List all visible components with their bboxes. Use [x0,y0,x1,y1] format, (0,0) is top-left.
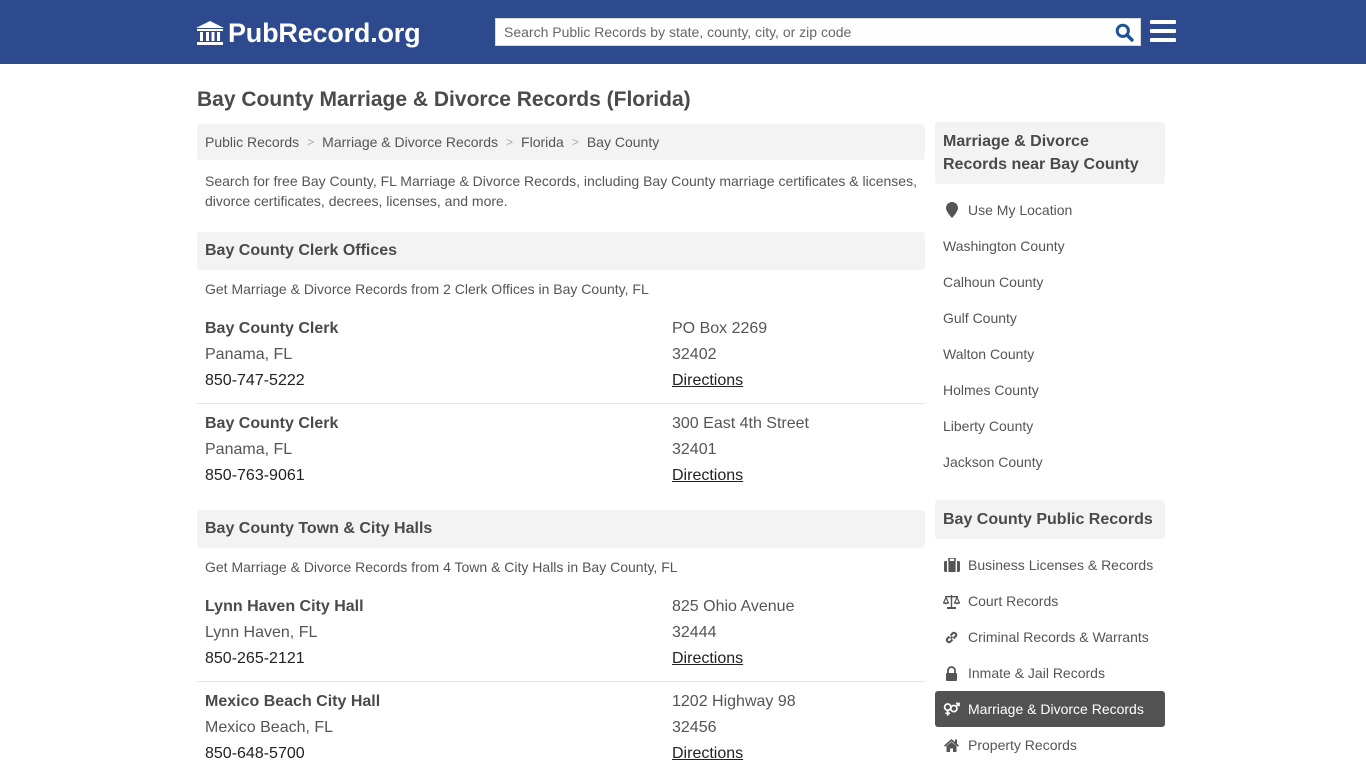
nearby-county-link[interactable]: Washington County [935,228,1165,264]
breadcrumb-florida[interactable]: Florida [521,134,564,150]
logo-text: PubRecord.org [228,17,421,48]
nearby-county-link[interactable]: Holmes County [935,372,1165,408]
search-input[interactable] [496,19,1108,45]
sidebar-item-court-records[interactable]: Court Records [935,583,1165,619]
sidebar-item-inmate-records[interactable]: Inmate & Jail Records [935,655,1165,691]
search-button[interactable] [1108,19,1140,45]
directions-link[interactable]: Directions [672,463,809,489]
office-address: 825 Ohio Avenue [672,598,795,615]
page-title: Bay County Marriage & Divorce Records (F… [197,88,691,111]
breadcrumb-bay-county[interactable]: Bay County [587,134,659,150]
breadcrumb-separator: > [307,135,315,149]
sidebar-item-label: Property Records [968,737,1077,753]
menu-bar [1150,38,1176,42]
directions-link[interactable]: Directions [672,646,794,672]
hamburger-menu-button[interactable] [1150,20,1176,42]
section-heading-clerk-offices: Bay County Clerk Offices [197,232,925,270]
breadcrumb-marriage-divorce[interactable]: Marriage & Divorce Records [322,134,498,150]
search-bar [495,18,1141,46]
sidebar-item-business-licenses[interactable]: Business Licenses & Records [935,547,1165,583]
sidebar-item-label: Business Licenses & Records [968,557,1154,573]
office-city: Panama, FL [205,346,293,363]
office-phone[interactable]: 850-763-9061 [205,463,338,489]
home-icon [943,737,960,753]
office-name: Lynn Haven City Hall [205,598,364,615]
office-zip: 32456 [672,719,717,736]
sidebar-item-label: Inmate & Jail Records [968,665,1105,681]
breadcrumb-separator: > [571,135,579,149]
office-phone[interactable]: 850-747-5222 [205,368,338,394]
use-my-location-label: Use My Location [968,202,1073,218]
top-navbar: PubRecord.org [0,0,1366,64]
briefcase-icon [943,557,960,573]
office-city: Lynn Haven, FL [205,624,318,641]
directions-link[interactable]: Directions [672,368,767,394]
nearby-county-link[interactable]: Gulf County [935,300,1165,336]
link-icon [943,629,960,645]
office-zip: 32444 [672,624,717,641]
office-listing: Bay County Clerk Panama, FL 850-747-5222… [197,316,925,404]
breadcrumb: Public Records > Marriage & Divorce Reco… [197,124,925,160]
office-city: Panama, FL [205,441,293,458]
sidebar-item-label: Marriage & Divorce Records [968,701,1144,717]
breadcrumb-separator: > [506,135,514,149]
office-address: 1202 Highway 98 [672,693,796,710]
gender-icon [943,701,960,717]
courthouse-icon [196,21,224,45]
section-subtitle: Get Marriage & Divorce Records from 2 Cl… [205,281,649,297]
search-icon [1115,23,1134,42]
office-name: Bay County Clerk [205,320,339,337]
office-zip: 32402 [672,346,717,363]
intro-text: Search for free Bay County, FL Marriage … [205,173,917,209]
sidebar-item-label: Criminal Records & Warrants [968,629,1149,645]
lock-icon [943,665,960,681]
nearby-county-link[interactable]: Walton County [935,336,1165,372]
sidebar-item-criminal-records[interactable]: Criminal Records & Warrants [935,619,1165,655]
menu-bar [1150,20,1176,24]
map-marker-icon [943,202,960,218]
office-name: Bay County Clerk [205,415,339,432]
office-address: PO Box 2269 [672,320,768,337]
use-my-location-link[interactable]: Use My Location [935,192,1165,228]
office-phone[interactable]: 850-648-5700 [205,741,380,767]
nearby-county-link[interactable]: Jackson County [935,444,1165,480]
office-listing: Mexico Beach City Hall Mexico Beach, FL … [197,689,925,784]
breadcrumb-public-records[interactable]: Public Records [205,134,299,150]
office-address: 300 East 4th Street [672,415,809,432]
office-zip: 32401 [672,441,717,458]
office-listing: Lynn Haven City Hall Lynn Haven, FL 850-… [197,594,925,682]
sidebar-heading-public-records: Bay County Public Records [935,500,1165,539]
sidebar-heading-nearby: Marriage & Divorce Records near Bay Coun… [935,122,1165,184]
section-subtitle: Get Marriage & Divorce Records from 4 To… [205,559,678,575]
office-name: Mexico Beach City Hall [205,693,381,710]
menu-bar [1150,29,1176,33]
sidebar-item-property-records[interactable]: Property Records [935,727,1165,763]
scales-icon [943,593,960,609]
office-phone[interactable]: 850-265-2121 [205,646,364,672]
nearby-county-link[interactable]: Calhoun County [935,264,1165,300]
site-logo[interactable]: PubRecord.org [195,17,421,49]
section-heading-city-halls: Bay County Town & City Halls [197,510,925,548]
sidebar-item-label: Court Records [968,593,1059,609]
office-city: Mexico Beach, FL [205,719,334,736]
nearby-county-link[interactable]: Liberty County [935,408,1165,444]
directions-link[interactable]: Directions [672,741,796,767]
sidebar-item-marriage-divorce[interactable]: Marriage & Divorce Records [935,691,1165,727]
office-listing: Bay County Clerk Panama, FL 850-763-9061… [197,411,925,506]
